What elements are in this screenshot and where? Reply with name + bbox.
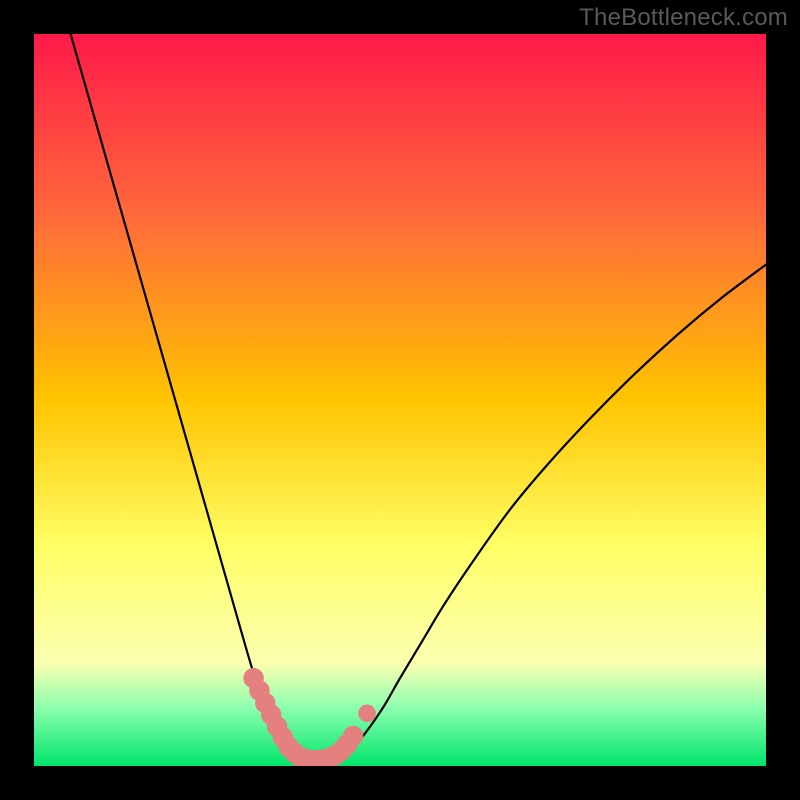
plot-background [34,34,766,766]
watermark-text: TheBottleneck.com [579,4,788,32]
highlight-dot [358,705,376,723]
bottleneck-curve-chart [0,0,800,800]
chart-frame: TheBottleneck.com [0,0,800,800]
highlight-dot [343,726,363,746]
